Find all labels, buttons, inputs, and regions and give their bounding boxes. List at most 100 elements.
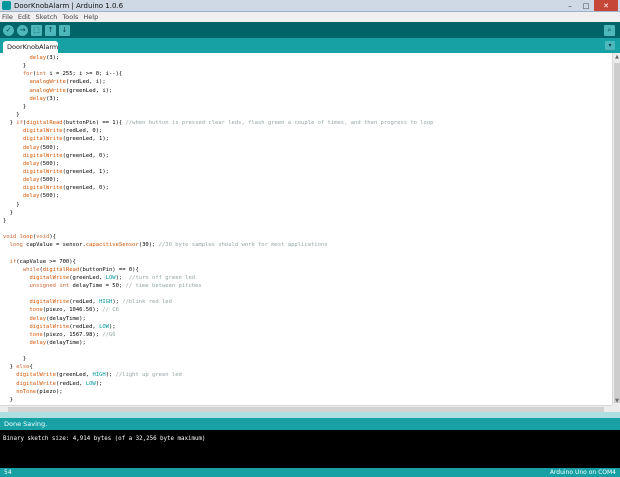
tab-doorknobalarm[interactable]: DoorKnobAlarm bbox=[3, 41, 58, 53]
code-line[interactable]: } if(digitalRead(buttonPin) == 1){ //whe… bbox=[3, 119, 434, 127]
new-sketch-icon[interactable]: ⬚ bbox=[31, 24, 42, 36]
code-line[interactable]: } bbox=[3, 209, 434, 217]
code-token: analogWrite bbox=[29, 87, 66, 94]
code-line[interactable]: digitalWrite(greenLed, 1); bbox=[3, 135, 434, 143]
code-line[interactable]: digitalWrite(greenLed, 0); bbox=[3, 184, 434, 192]
code-line[interactable]: digitalWrite(greenLed, 1); bbox=[3, 168, 434, 176]
code-text[interactable]: delay(3); } for(int i = 255; i >= 0; i--… bbox=[3, 54, 434, 405]
code-line[interactable]: } bbox=[3, 201, 434, 209]
code-token: ){ bbox=[49, 234, 56, 241]
code-line[interactable]: analogWrite(greenLed, i); bbox=[3, 87, 434, 95]
code-line[interactable]: while(digitalRead(buttonPin) == 0){ bbox=[3, 266, 434, 274]
code-line[interactable]: digitalWrite(redLed, 0); bbox=[3, 127, 434, 135]
menu-file[interactable]: File bbox=[2, 13, 13, 21]
code-token: } bbox=[3, 356, 27, 363]
code-line[interactable]: void loop(void){ bbox=[3, 233, 434, 241]
code-token: // time between pitches bbox=[125, 282, 202, 289]
code-token: //blink red led bbox=[122, 299, 172, 306]
code-token: LOW bbox=[85, 380, 96, 387]
code-line[interactable]: digitalWrite(greenLed, 0); bbox=[3, 152, 434, 160]
code-line[interactable]: digitalWrite(greenLed, HIGH); //light up… bbox=[3, 371, 434, 379]
code-line[interactable]: if(capValue >= 700){ bbox=[3, 258, 434, 266]
code-line[interactable]: } bbox=[3, 396, 434, 404]
code-line[interactable]: analogWrite(redLed, i); bbox=[3, 78, 434, 86]
code-line[interactable]: delay(3); bbox=[3, 95, 434, 103]
verify-icon[interactable]: ✓ bbox=[3, 24, 14, 36]
code-token: if bbox=[16, 120, 23, 127]
vertical-scrollbar[interactable]: ▲ ▼ bbox=[612, 53, 620, 405]
code-token: (redLed, i); bbox=[65, 79, 106, 86]
code-token: (piezo); bbox=[36, 388, 63, 395]
menu-help[interactable]: Help bbox=[83, 13, 98, 21]
code-editor[interactable]: delay(3); } for(int i = 255; i >= 0; i--… bbox=[0, 53, 612, 405]
code-line[interactable]: digitalWrite(greenLed, LOW); //turn off … bbox=[3, 274, 434, 282]
code-line[interactable]: tone(piezo, 1567.98); //G6 bbox=[3, 331, 434, 339]
code-token: } bbox=[3, 201, 20, 208]
code-line[interactable]: delay(500); bbox=[3, 176, 434, 184]
code-line[interactable]: } else{ bbox=[3, 363, 434, 371]
code-line[interactable]: tone(piezo, 1046.50); // C6 bbox=[3, 306, 434, 314]
code-token: (500); bbox=[39, 177, 60, 184]
code-token: digitalWrite bbox=[16, 372, 56, 379]
code-token: while bbox=[22, 266, 40, 273]
code-token: (30); bbox=[138, 242, 159, 249]
code-line[interactable]: delay(delayTime); bbox=[3, 315, 434, 323]
code-token: digitalWrite bbox=[22, 136, 63, 143]
menu-tools[interactable]: Tools bbox=[62, 13, 78, 21]
code-line[interactable]: noTone(piezo); bbox=[3, 388, 434, 396]
code-token: } bbox=[3, 103, 27, 110]
code-line[interactable]: digitalWrite(redLed, HIGH); //blink red … bbox=[3, 298, 434, 306]
scroll-up-icon[interactable]: ▲ bbox=[613, 53, 620, 61]
code-token: i = 255; i >= 0; i--){ bbox=[46, 71, 123, 78]
code-line[interactable]: delay(500); bbox=[3, 192, 434, 200]
scroll-corner bbox=[612, 405, 620, 412]
code-token: delay bbox=[29, 95, 47, 102]
horizontal-scrollbar[interactable] bbox=[0, 405, 612, 412]
open-sketch-icon[interactable]: ↑ bbox=[45, 24, 56, 36]
scroll-down-icon[interactable]: ▼ bbox=[613, 397, 620, 405]
code-token: digitalWrite bbox=[29, 323, 70, 330]
code-line[interactable]: for(int i = 255; i >= 0; i--){ bbox=[3, 70, 434, 78]
code-line[interactable]: unsigned int delayTime = 50; // time bet… bbox=[3, 282, 434, 290]
code-line[interactable]: } bbox=[3, 103, 434, 111]
code-line[interactable]: delay(3); bbox=[3, 54, 434, 62]
code-line[interactable] bbox=[3, 249, 434, 257]
code-token: (buttonPin) == 0){ bbox=[79, 266, 139, 273]
code-line[interactable]: digitalWrite(redLed, LOW); bbox=[3, 380, 434, 388]
code-token: (delayTime); bbox=[46, 315, 86, 322]
upload-icon[interactable]: → bbox=[17, 24, 28, 36]
serial-monitor-icon[interactable]: ⌕ bbox=[604, 24, 615, 36]
code-line[interactable]: delay(delayTime); bbox=[3, 339, 434, 347]
menu-sketch[interactable]: Sketch bbox=[35, 13, 57, 21]
code-token: int bbox=[59, 282, 70, 289]
code-line[interactable]: } bbox=[3, 217, 434, 225]
minimize-button[interactable]: – bbox=[562, 0, 578, 11]
code-token: digitalWrite bbox=[29, 299, 70, 306]
code-line[interactable]: delay(500); bbox=[3, 160, 434, 168]
vertical-scroll-thumb[interactable] bbox=[614, 63, 620, 403]
code-token: //G6 bbox=[102, 331, 116, 338]
code-line[interactable]: } bbox=[3, 62, 434, 70]
menu-edit[interactable]: Edit bbox=[18, 13, 31, 21]
close-button[interactable]: ✕ bbox=[594, 0, 618, 11]
save-sketch-icon[interactable]: ↓ bbox=[59, 24, 70, 36]
code-line[interactable] bbox=[3, 290, 434, 298]
code-token: (piezo, 1046.50); bbox=[42, 307, 103, 314]
code-line[interactable]: long capValue = sensor.capacitiveSensor(… bbox=[3, 241, 434, 249]
code-token: (greenLed, 0); bbox=[62, 152, 109, 159]
code-line[interactable] bbox=[3, 225, 434, 233]
code-line[interactable]: } bbox=[3, 355, 434, 363]
code-line[interactable]: } bbox=[3, 111, 434, 119]
code-token: void bbox=[3, 234, 17, 241]
tab-menu-icon[interactable]: ▾ bbox=[605, 41, 615, 50]
code-line[interactable]: delay(500); bbox=[3, 144, 434, 152]
maximize-button[interactable]: □ bbox=[578, 0, 594, 11]
code-line[interactable] bbox=[3, 347, 434, 355]
code-line[interactable]: digitalWrite(redLed, LOW); bbox=[3, 323, 434, 331]
